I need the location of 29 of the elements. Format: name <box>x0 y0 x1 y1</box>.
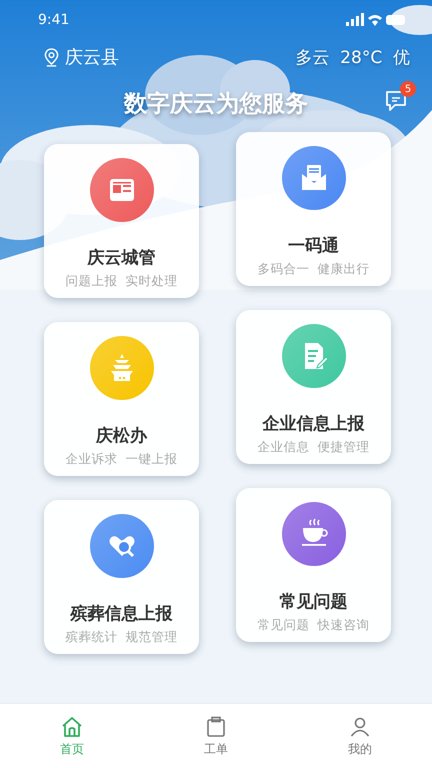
location-pin-icon <box>44 48 59 66</box>
service-subtitle: 企业诉求 一键上报 <box>66 451 178 468</box>
status-icons <box>346 13 406 27</box>
service-subtitle: 常见问题 快速咨询 <box>258 617 370 634</box>
tab[interactable]: 工单 <box>144 704 288 768</box>
person-icon <box>348 714 372 738</box>
location-label[interactable]: 庆云县 <box>65 45 119 69</box>
service-subtitle: 殡葬统计 规范管理 <box>66 629 178 646</box>
status-time: 9:41 <box>38 12 70 28</box>
tab[interactable]: 我的 <box>288 704 432 768</box>
service-title: 企业信息上报 <box>262 413 364 435</box>
clipboard-icon <box>204 714 228 738</box>
service-card[interactable]: 企业信息上报 企业信息 便捷管理 <box>236 310 391 464</box>
page-title: 数字庆云为您服务 <box>124 90 308 118</box>
home-icon <box>60 714 84 738</box>
service-card[interactable]: 一码通 多码合一 健康出行 <box>236 132 391 286</box>
service-card[interactable]: 庆云城管 问题上报 实时处理 <box>44 144 199 298</box>
service-title: 庆云城管 <box>88 247 156 269</box>
service-title: 常见问题 <box>280 591 348 613</box>
service-subtitle: 问题上报 实时处理 <box>66 273 178 290</box>
service-card[interactable]: 庆松办 企业诉求 一键上报 <box>44 322 199 476</box>
service-subtitle: 多码合一 健康出行 <box>258 261 370 278</box>
service-card[interactable]: 常见问题 常见问题 快速咨询 <box>236 488 391 642</box>
weather-info: 多云 28°C 优 <box>295 46 410 68</box>
service-title: 一码通 <box>288 235 339 257</box>
service-title: 庆松办 <box>96 425 147 447</box>
service-title: 殡葬信息上报 <box>70 603 172 625</box>
service-card[interactable]: 殡葬信息上报 殡葬统计 规范管理 <box>44 500 199 654</box>
service-subtitle: 企业信息 便捷管理 <box>258 439 370 456</box>
